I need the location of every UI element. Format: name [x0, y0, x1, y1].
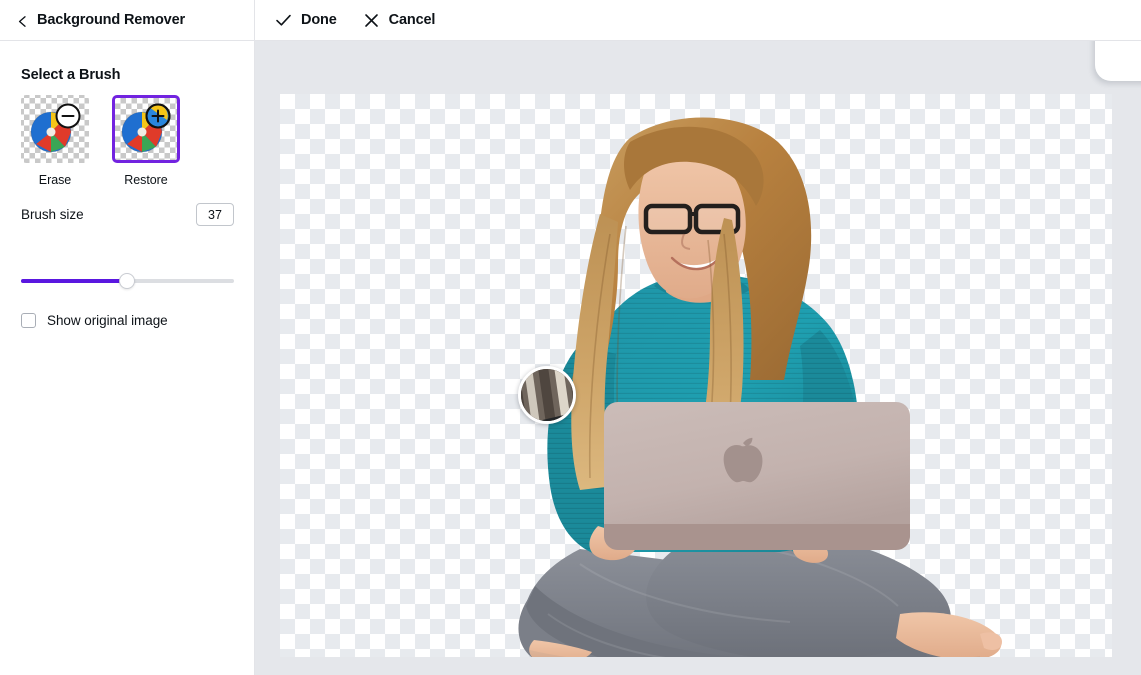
slider-thumb[interactable] [119, 273, 135, 289]
header-left-section: Background Remover [0, 0, 255, 41]
brush-option-erase[interactable]: Erase [21, 95, 89, 187]
slider-fill [21, 279, 127, 283]
show-original-label: Show original image [47, 313, 168, 328]
brush-size-label: Brush size [21, 207, 84, 222]
chevron-left-icon [17, 15, 28, 27]
app-header: Background Remover Done Cancel [0, 0, 1141, 41]
panel-title: Select a Brush [21, 67, 121, 83]
tool-sidebar: Select a Brush Erase Restore Brush size … [0, 41, 255, 675]
transparent-image-surface[interactable] [280, 94, 1112, 657]
background-remover-app: Background Remover Done Cancel Select a … [0, 0, 1141, 675]
laptop [604, 402, 910, 550]
done-button[interactable]: Done [269, 8, 343, 33]
subject-cutout-image [518, 117, 1002, 657]
back-button-label: Background Remover [37, 12, 185, 28]
done-button-label: Done [301, 12, 337, 28]
cancel-button[interactable]: Cancel [357, 8, 442, 33]
cancel-button-label: Cancel [388, 12, 436, 28]
show-original-checkbox[interactable] [21, 313, 36, 328]
erase-brush-thumbnail [21, 95, 89, 163]
brush-size-slider[interactable] [21, 273, 234, 289]
header-actions: Done Cancel [255, 8, 441, 33]
floating-panel-corner [1095, 41, 1141, 81]
restore-brush-thumbnail [112, 95, 180, 163]
editor-canvas[interactable] [255, 41, 1141, 675]
brush-option-erase-label: Erase [38, 173, 72, 187]
brush-option-restore-label: Restore [124, 173, 168, 187]
brush-size-input[interactable] [196, 203, 234, 226]
back-button[interactable]: Background Remover [13, 10, 189, 30]
brush-preview-bubble[interactable] [518, 366, 576, 424]
check-icon [275, 12, 292, 29]
close-x-icon [363, 12, 380, 29]
brush-selector: Erase Restore [21, 95, 180, 187]
show-original-checkbox-row[interactable]: Show original image [21, 313, 168, 328]
brush-size-row: Brush size [21, 203, 234, 226]
brush-preview-content [521, 369, 573, 421]
brush-option-restore[interactable]: Restore [112, 95, 180, 187]
